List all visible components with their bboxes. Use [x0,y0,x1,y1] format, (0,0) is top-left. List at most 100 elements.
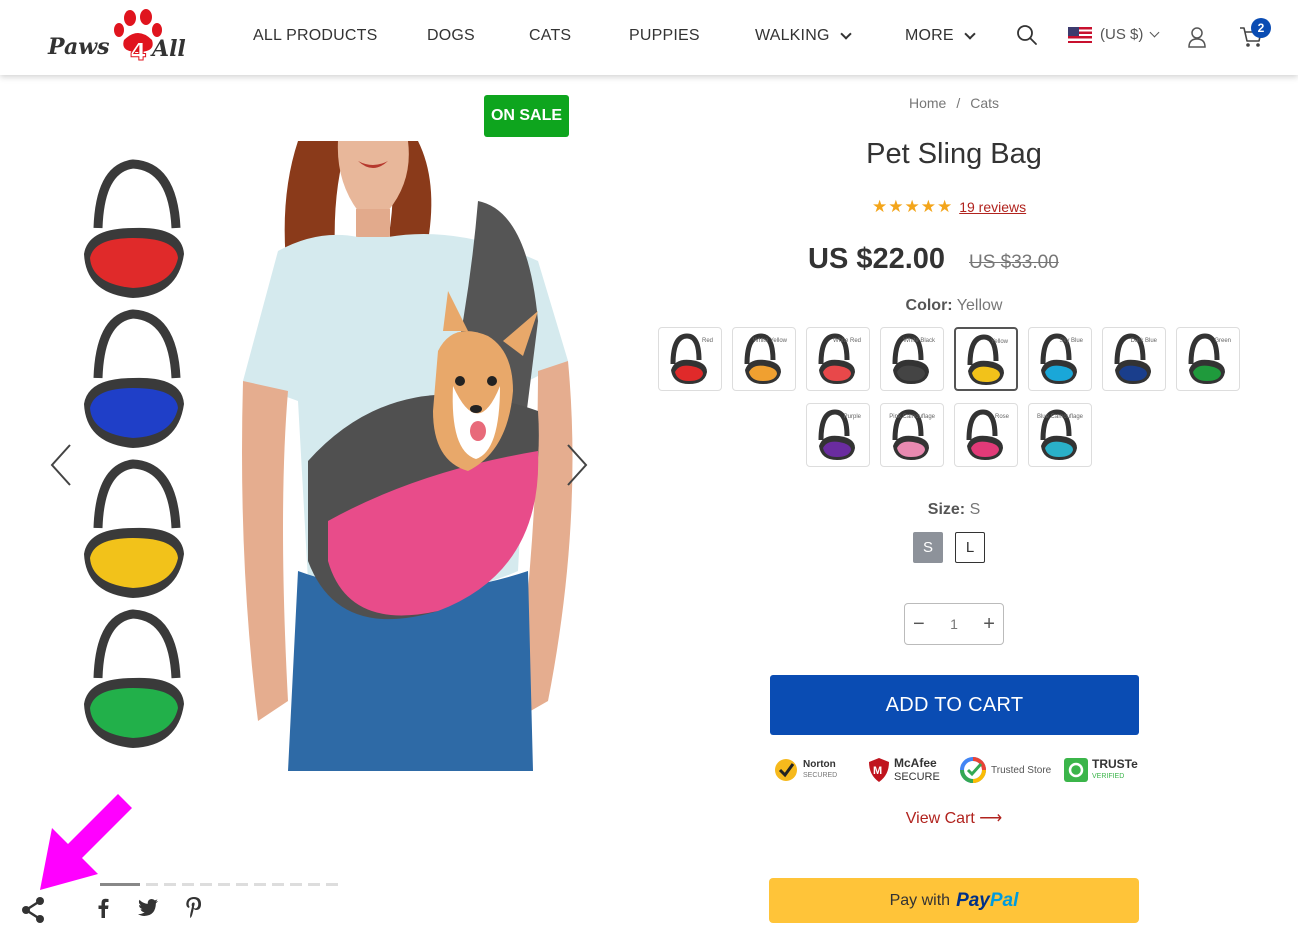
norton-sub: SECURED [803,771,838,779]
swatch-label: Rose [994,414,1009,420]
norton-badge: Norton SECURED [773,752,837,788]
thumbnail-blue[interactable] [78,308,188,450]
color-swatch-dark-blue[interactable]: Dark Blue [1102,327,1166,391]
color-swatch-white-yellow[interactable]: White Yellow [732,327,796,391]
slide-dot[interactable] [326,883,338,886]
paypal-logo-pay: Pay [956,889,990,911]
nav-dogs[interactable]: DOGS [427,27,475,45]
slide-dot[interactable] [290,883,302,886]
nav-more[interactable]: MORE [905,27,976,45]
annotation-arrow-icon [40,794,132,890]
breadcrumb-separator: / [956,95,961,111]
truste-badge: TRUSTe VERIFIED [1064,752,1138,788]
color-swatch-pink-camouflage[interactable]: Pink Camouflage [880,403,944,467]
size-label: Size: [927,501,966,518]
svg-text:All: All [150,36,186,62]
breadcrumb-home[interactable]: Home [909,95,946,111]
reviews-link[interactable]: 19 reviews [959,199,1026,215]
mcafee-badge: M McAfee SECURE [868,752,940,788]
nav-cats[interactable]: CATS [529,27,571,45]
sale-price: US $22.00 [808,243,946,275]
swatch-label: Sky Blue [1059,338,1083,344]
norton-text: Norton [803,758,836,770]
product-rating: ★★★★★ 19 reviews [872,197,1026,217]
color-swatch-red[interactable]: Red [658,327,722,391]
size-option-label: Size: S [928,501,980,519]
color-swatch-purple[interactable]: Purple [806,403,870,467]
color-label: Color: [905,297,953,314]
nav-all-products[interactable]: ALL PRODUCTS [253,27,378,45]
swatch-label: Blue Camouflage [1036,414,1083,420]
quantity-value[interactable]: 1 [950,616,958,632]
size-l-button[interactable]: L [955,532,985,563]
pinterest-icon[interactable] [186,897,202,918]
breadcrumb-cats[interactable]: Cats [970,95,999,111]
slide-dot[interactable] [146,883,158,886]
currency-selector[interactable]: (US $) [1068,26,1160,43]
color-option-label: Color: Yellow [906,297,1003,315]
add-to-cart-button[interactable]: ADD TO CART [770,675,1139,735]
user-account-icon[interactable] [1187,26,1207,48]
quantity-stepper: − 1 + [904,603,1004,645]
twitter-icon[interactable] [138,899,158,916]
previous-image-arrow[interactable] [48,441,78,489]
color-swatch-rose[interactable]: Rose [954,403,1018,467]
color-swatch-blue-camouflage[interactable]: Blue Camouflage [1028,403,1092,467]
thumbnail-yellow[interactable] [78,458,188,600]
slide-dot[interactable] [308,883,320,886]
slide-dot[interactable] [236,883,248,886]
chevron-down-icon [839,27,852,40]
swatch-label: Red [701,338,713,344]
site-header: Paws 4 All ALL PRODUCTS DOGS CATS PUPPIE… [0,0,1298,75]
color-swatch-white-red[interactable]: White Red [806,327,870,391]
share-icon[interactable] [20,896,48,924]
nav-walking[interactable]: WALKING [755,27,852,45]
color-swatch-white-black[interactable]: White Black [880,327,944,391]
color-swatch-sky-blue[interactable]: Sky Blue [1028,327,1092,391]
color-swatch-green[interactable]: Green [1176,327,1240,391]
paws4all-logo[interactable]: Paws 4 All [46,8,191,64]
mcafee-shield-icon: M [869,758,889,782]
swatch-label: Dark Blue [1130,338,1157,344]
nav-label: CATS [529,27,572,44]
slide-dot[interactable] [254,883,266,886]
trusted-store-badge: Trusted Store [959,752,1051,788]
swatch-label: Purple [843,414,861,420]
thumbnail-green[interactable] [78,608,188,750]
swatch-label: Green [1214,338,1231,344]
original-price: US $33.00 [969,252,1059,273]
paypal-button[interactable]: Pay with PayPal [769,878,1139,923]
slide-dot[interactable] [272,883,284,886]
facebook-icon[interactable] [96,898,110,918]
nav-puppies[interactable]: PUPPIES [629,27,700,45]
slide-dot[interactable] [218,883,230,886]
nav-label: ALL PRODUCTS [253,27,378,44]
truste-text: TRUSTe [1092,756,1138,771]
color-swatch-yellow[interactable]: Yellow [954,327,1018,391]
us-flag-icon [1068,26,1092,43]
product-title: Pet Sling Bag [866,138,1042,170]
nav-label: DOGS [427,27,475,44]
next-image-arrow[interactable] [560,441,590,489]
quantity-decrease-button[interactable]: − [913,613,925,636]
main-product-image [238,141,582,771]
trusted-store-icon [960,757,986,783]
quantity-increase-button[interactable]: + [983,613,995,636]
nav-label: WALKING [755,27,830,44]
slide-indicator [100,883,338,886]
slide-dot[interactable] [200,883,212,886]
size-s-button[interactable]: S [913,532,943,563]
svg-text:M: M [873,765,882,777]
view-cart-link[interactable]: View Cart ⟶ [906,808,1002,828]
paypal-prefix: Pay with [889,891,951,909]
paypal-logo-pal: Pal [989,889,1019,911]
thumbnail-red[interactable] [78,158,188,300]
chevron-down-icon [1149,27,1160,37]
chevron-down-icon [964,27,976,40]
slide-dot[interactable] [182,883,194,886]
truste-icon [1064,758,1088,782]
svg-text:4: 4 [130,38,147,64]
norton-check-icon [775,759,797,781]
slide-dot[interactable] [164,883,176,886]
search-icon[interactable] [1016,24,1038,46]
